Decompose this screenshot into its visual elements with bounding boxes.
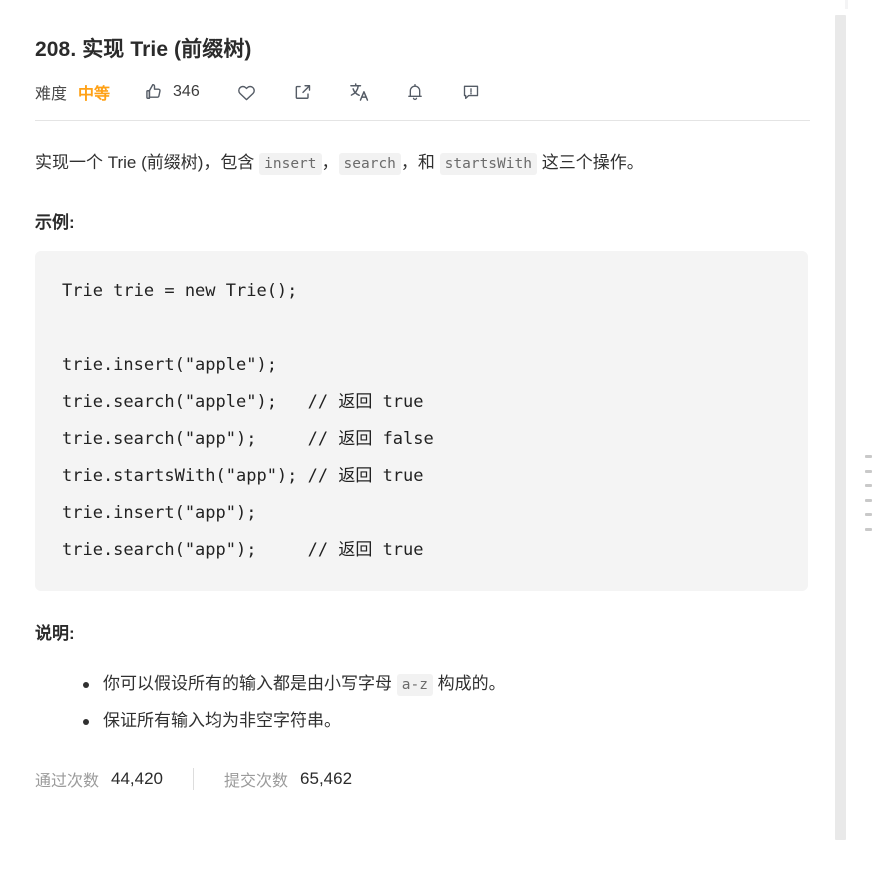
notes-list: 你可以假设所有的输入都是由小写字母 a-z 构成的。 保证所有输入均为非空字符串… [35,666,810,739]
note-text-after: 构成的。 [432,674,506,694]
list-item: 你可以假设所有的输入都是由小写字母 a-z 构成的。 [83,666,810,703]
translate-icon [348,81,370,103]
inline-code-insert: insert [259,153,322,176]
grip-dot [864,513,872,517]
panel-resize-grip[interactable] [863,455,873,531]
desc-text-4: 这三个操作。 [536,153,644,173]
translate-button[interactable] [348,81,370,103]
grip-dot [864,469,872,473]
grip-dot [864,527,872,531]
problem-description: 实现一个 Trie (前缀树)，包含 insert， search ，和 start… [35,147,813,180]
inline-code-search: search [338,153,401,176]
difficulty-value: 中等 [78,86,111,104]
submissions-label: 提交次数 [224,773,289,791]
grip-dot [864,498,872,502]
header-divider [35,120,810,122]
desc-text-1: 实现一个 Trie (前缀树)，包含 [35,153,260,173]
note-text-before: 保证所有输入均为非空字符串。 [103,711,341,731]
report-button[interactable] [460,81,482,103]
example-code: Trie trie = new Trie(); trie.insert("app… [62,281,434,561]
desc-text-3: ，和 [400,153,440,173]
like-button[interactable]: 346 [143,81,200,103]
vertical-scrollbar-thumb[interactable] [835,15,846,840]
share-icon [292,81,314,103]
problem-content: 208. 实现 Trie (前缀树) 难度 中等 346 实现一个 Trie (… [0,0,845,881]
share-button[interactable] [292,81,314,103]
bell-icon [404,81,426,103]
page-title: 208. 实现 Trie (前缀树) [35,38,252,61]
vertical-scrollbar-track[interactable] [835,0,861,881]
example-heading: 示例: [35,213,75,233]
notification-button[interactable] [404,81,426,103]
thumbs-up-icon [143,81,165,103]
submissions-value: 65,462 [300,769,353,789]
stats-divider [193,768,195,791]
notes-heading: 说明: [35,624,75,644]
problem-stats: 通过次数 44,420 提交次数 65,462 [35,767,810,791]
grip-dot [864,484,872,488]
problem-meta-toolbar: 难度 中等 346 [35,79,810,105]
like-count: 346 [173,83,200,101]
grip-dot [864,455,872,458]
desc-text-2: ， [321,153,339,173]
heart-icon [236,81,258,103]
inline-code-az: a-z [396,674,433,697]
list-item: 保证所有输入均为非空字符串。 [83,703,810,739]
favorite-button[interactable] [236,81,258,103]
difficulty-label: 难度 [35,86,68,104]
note-text-before: 你可以假设所有的输入都是由小写字母 [103,674,397,694]
report-icon [460,81,482,103]
accepted-label: 通过次数 [35,773,100,791]
inline-code-startswith: startsWith [439,153,537,176]
problem-panel: 208. 实现 Trie (前缀树) 难度 中等 346 实现一个 Trie (… [0,0,875,881]
example-code-block: Trie trie = new Trie(); trie.insert("app… [35,251,808,592]
accepted-value: 44,420 [111,769,164,789]
